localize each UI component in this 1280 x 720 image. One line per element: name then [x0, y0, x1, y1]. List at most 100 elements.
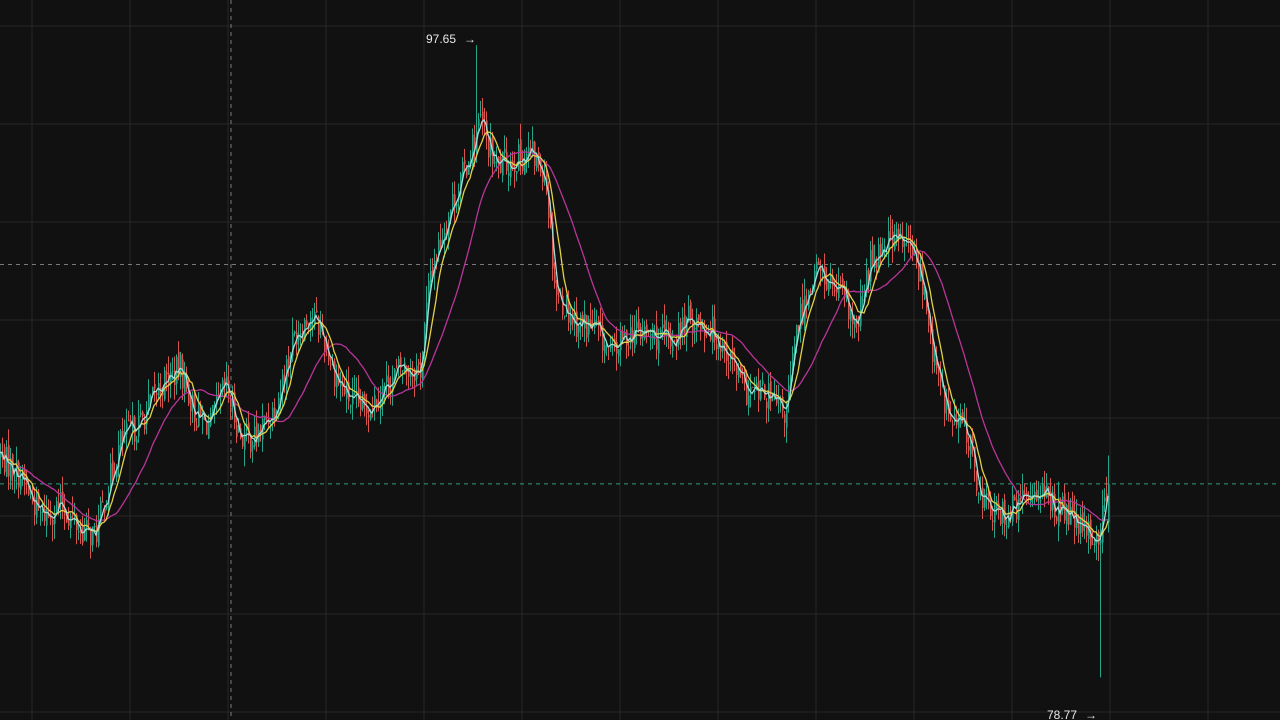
candle — [182, 353, 184, 400]
candle-body — [520, 139, 522, 161]
candle — [946, 388, 948, 421]
candle — [678, 311, 680, 351]
candle — [700, 312, 702, 341]
candle — [18, 459, 20, 499]
candle — [784, 411, 786, 438]
candle — [336, 364, 338, 399]
candle — [1012, 485, 1014, 527]
candle — [1036, 480, 1038, 502]
candle — [1028, 491, 1030, 504]
candle-body — [554, 271, 556, 284]
candle — [594, 307, 596, 335]
candle — [932, 316, 934, 374]
candle-body — [368, 415, 370, 418]
candle — [306, 314, 308, 328]
candle-body — [208, 421, 210, 439]
candle-body — [1006, 525, 1008, 527]
high-price-arrow-icon: → — [464, 32, 476, 46]
candle-body — [396, 365, 398, 367]
candle-body — [628, 346, 630, 348]
candle-body — [570, 316, 572, 326]
candle-body — [848, 292, 850, 320]
candle-body — [102, 501, 104, 503]
candle — [748, 380, 750, 416]
candle — [368, 409, 370, 433]
candle-body — [578, 326, 580, 333]
candle — [676, 334, 678, 361]
candle-body — [202, 415, 204, 420]
candle — [770, 371, 772, 412]
candle — [860, 279, 862, 332]
candle — [400, 352, 402, 376]
candle — [682, 307, 684, 346]
candle-body — [452, 193, 454, 206]
candle — [146, 401, 148, 435]
candle — [414, 367, 416, 397]
candle-body — [120, 431, 122, 445]
candle — [1064, 484, 1066, 524]
candle — [350, 404, 352, 414]
candle-body — [810, 290, 812, 293]
candle-body — [78, 531, 80, 533]
candle — [736, 363, 738, 391]
candle-body — [166, 372, 168, 375]
candle — [34, 487, 36, 526]
candle — [246, 417, 248, 442]
candle-body — [36, 494, 38, 518]
price-chart[interactable]: 97.65 → 78.77 → — [0, 0, 1280, 720]
candle — [416, 353, 418, 387]
candle-body — [928, 315, 930, 326]
candle — [244, 422, 246, 467]
candle-body — [82, 526, 84, 543]
candle — [268, 402, 270, 430]
candle-body — [236, 424, 238, 438]
candle — [316, 297, 318, 313]
candle — [842, 272, 844, 295]
candle — [586, 314, 588, 347]
candle — [122, 417, 124, 457]
candle — [136, 435, 138, 451]
chart-area[interactable]: 97.65 → 78.77 → — [0, 0, 1280, 720]
candle-body — [622, 332, 624, 337]
candle-body — [672, 345, 674, 351]
candle — [1080, 507, 1082, 544]
candle — [508, 160, 510, 192]
candle-body — [934, 352, 936, 366]
candle-body — [430, 270, 432, 283]
candle — [468, 161, 470, 175]
candle — [52, 518, 54, 542]
candle-body — [0, 452, 2, 458]
candle — [900, 223, 902, 240]
candle-body — [488, 135, 490, 158]
candle-body — [678, 322, 680, 345]
candle-body — [658, 340, 660, 354]
low-price-label: 78.77 — [1047, 708, 1077, 720]
candle-body — [638, 318, 640, 330]
candle — [158, 372, 160, 400]
candle — [752, 386, 754, 388]
candle-body — [336, 376, 338, 388]
candle-body — [334, 361, 336, 387]
candle — [528, 131, 530, 168]
candle — [800, 296, 802, 343]
candle — [102, 490, 104, 503]
candle-body — [994, 503, 996, 523]
candle-body — [618, 349, 620, 357]
candle-body — [1014, 496, 1016, 501]
candle-body — [952, 424, 954, 426]
candle-body — [88, 523, 90, 525]
candle — [358, 375, 360, 407]
candle — [1056, 515, 1058, 525]
candle-body — [766, 401, 768, 409]
candle — [688, 295, 690, 323]
candle-body — [242, 436, 244, 447]
candle-body — [806, 299, 808, 303]
candle-body — [56, 501, 58, 511]
candle-body — [196, 425, 198, 429]
candle-body — [714, 318, 716, 341]
candle-body — [694, 327, 696, 330]
ma-fast-line — [0, 131, 1109, 537]
candle — [1002, 498, 1004, 535]
candle-body — [1108, 483, 1110, 523]
candle-body — [1096, 534, 1098, 544]
